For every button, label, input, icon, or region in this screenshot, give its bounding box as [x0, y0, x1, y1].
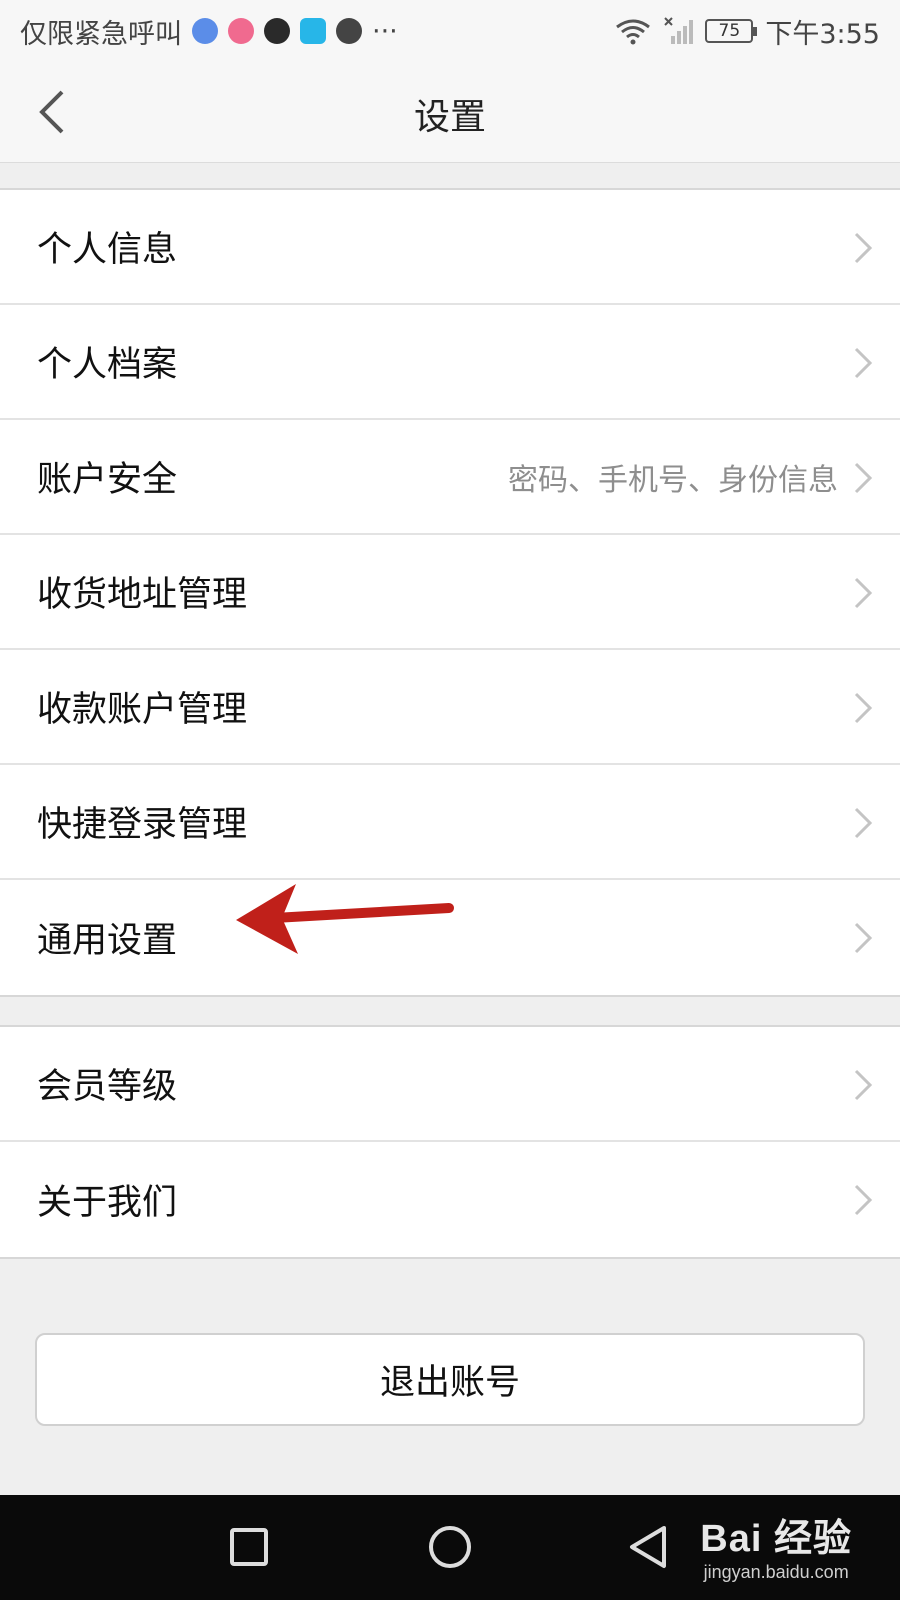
- settings-item-personal-info[interactable]: 个人信息: [0, 190, 900, 305]
- chevron-right-icon: [854, 692, 873, 724]
- settings-item-label: 通用设置: [37, 921, 178, 961]
- settings-item-payment-account[interactable]: 收款账户管理: [0, 650, 900, 765]
- chevron-right-icon: [854, 922, 873, 954]
- settings-item-label: 会员等级: [37, 1067, 178, 1107]
- chevron-right-icon: [854, 1069, 873, 1101]
- candy-app-icon: [228, 18, 254, 44]
- compass-icon: [192, 18, 218, 44]
- status-right: 75 下午3:55: [615, 12, 880, 51]
- settings-item-account-security[interactable]: 账户安全 密码、手机号、身份信息: [0, 420, 900, 535]
- wifi-icon: [616, 19, 651, 45]
- settings-item-personal-profile[interactable]: 个人档案: [0, 305, 900, 420]
- recent-apps-button[interactable]: [229, 1527, 269, 1567]
- settings-item-about-us[interactable]: 关于我们: [0, 1142, 900, 1257]
- settings-group-account: 个人信息 个人档案 账户安全 密码、手机号、身份信息 收货地址管理 收款账户管理…: [0, 188, 900, 997]
- square-icon: [230, 1528, 268, 1566]
- watermark-url: jingyan.baidu.com: [703, 1562, 849, 1582]
- chevron-right-icon: [854, 1184, 873, 1216]
- settings-item-label: 个人档案: [37, 345, 178, 385]
- settings-item-label: 账户安全: [37, 460, 178, 500]
- settings-screen: 仅限紧急呼叫 ··· 75 下午3:55 设置 个人信息 个人档案 账户安全 密…: [0, 0, 900, 1600]
- home-button[interactable]: [428, 1525, 472, 1569]
- logout-button[interactable]: 退出账号: [35, 1333, 865, 1426]
- settings-item-label: 快捷登录管理: [37, 805, 248, 845]
- circle-icon: [429, 1526, 471, 1568]
- settings-item-label: 收款账户管理: [37, 690, 248, 730]
- settings-item-shipping-address[interactable]: 收货地址管理: [0, 535, 900, 650]
- more-notifications: ···: [372, 15, 398, 47]
- wechat-icon: [336, 18, 362, 44]
- chevron-right-icon: [854, 807, 873, 839]
- chevron-right-icon: [854, 577, 873, 609]
- settings-group-more: 会员等级 关于我们: [0, 1025, 900, 1259]
- carrier-text: 仅限紧急呼叫: [20, 18, 182, 50]
- smile-app-icon: [264, 18, 290, 44]
- chevron-right-icon: [854, 347, 873, 379]
- settings-item-quick-login[interactable]: 快捷登录管理: [0, 765, 900, 880]
- nav-header: 设置: [0, 62, 900, 163]
- back-nav-button[interactable]: [628, 1525, 668, 1569]
- baidu-jingyan-watermark: Bai 经验 jingyan.baidu.com: [700, 1507, 852, 1583]
- e-app-icon: [300, 18, 326, 44]
- settings-item-general-settings[interactable]: 通用设置: [0, 880, 900, 995]
- clock: 下午3:55: [765, 18, 880, 50]
- settings-item-label: 个人信息: [37, 230, 178, 270]
- system-nav-bar: Bai 经验 jingyan.baidu.com: [0, 1495, 900, 1600]
- watermark-logo: Bai 经验: [700, 1518, 852, 1560]
- status-left: 仅限紧急呼叫 ···: [20, 12, 398, 51]
- signal-icon: [664, 17, 694, 44]
- settings-item-label: 收货地址管理: [37, 575, 248, 615]
- settings-item-hint: 密码、手机号、身份信息: [508, 462, 838, 498]
- settings-item-label: 关于我们: [37, 1183, 178, 1223]
- page-title: 设置: [413, 97, 486, 138]
- chevron-right-icon: [854, 232, 873, 264]
- chevron-right-icon: [854, 462, 873, 494]
- status-bar: 仅限紧急呼叫 ··· 75 下午3:55: [0, 0, 900, 62]
- triangle-back-icon: [630, 1526, 666, 1568]
- settings-item-membership-level[interactable]: 会员等级: [0, 1027, 900, 1142]
- battery-indicator: 75: [705, 19, 758, 43]
